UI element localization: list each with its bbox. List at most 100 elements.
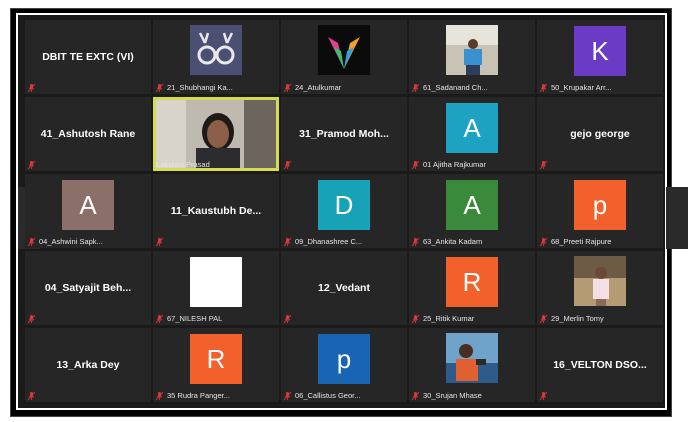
participant-tile[interactable]: 61_Sadanand Ch... <box>409 20 535 94</box>
participant-tile[interactable]: 12_Vedant <box>281 251 407 325</box>
participant-label <box>28 161 39 169</box>
person-outdoor-image <box>446 25 498 75</box>
muted-mic-icon <box>540 161 547 169</box>
participant-label: 06_Callistus Geor... <box>284 391 360 400</box>
participant-label-text: 04_Ashwini Sapk... <box>39 237 103 246</box>
participant-tile[interactable]: A 04_Ashwini Sapk... <box>25 174 151 248</box>
participant-label-text: 09_Dhanashree C... <box>295 237 363 246</box>
participant-label: 30_Srujan Mhase <box>412 391 482 400</box>
girl-photo-image <box>574 256 626 306</box>
muted-mic-icon <box>284 161 291 169</box>
participant-tile[interactable]: 16_VELTON DSO... <box>537 328 663 402</box>
participant-tile[interactable]: 04_Satyajit Beh... <box>25 251 151 325</box>
participant-label: 25_Ritik Kumar <box>412 314 474 323</box>
participant-name: 12_Vedant <box>318 282 370 294</box>
participant-label: 63_Ankita Kadam <box>412 237 482 246</box>
participant-label: 67_NILESH PAL <box>156 314 222 323</box>
muted-mic-icon <box>540 83 547 92</box>
participant-label <box>540 161 551 169</box>
blank-avatar <box>190 257 242 307</box>
participant-tile[interactable]: R 35 Rudra Panger... <box>153 328 279 402</box>
avatar-initial: R <box>446 257 498 307</box>
participant-tile[interactable]: gejo george <box>537 97 663 171</box>
participant-tile[interactable]: 67_NILESH PAL <box>153 251 279 325</box>
participant-label: 01 Ajitha Rajkumar <box>412 160 486 169</box>
participant-label: 35 Rudra Panger... <box>156 391 230 400</box>
participant-name: 16_VELTON DSO... <box>553 359 647 371</box>
muted-mic-icon <box>412 237 419 246</box>
participant-tile[interactable]: p 68_Preeti Rajpure <box>537 174 663 248</box>
participant-label-text: 29_Merlin Tomy <box>551 314 604 323</box>
participant-label-text: 25_Ritik Kumar <box>423 314 475 323</box>
deer-logo-image <box>190 25 242 75</box>
participant-label: 24_Atulkumar <box>284 83 341 92</box>
participant-label <box>284 315 295 323</box>
participant-label: 50_Krupakar Arr... <box>540 83 611 92</box>
participant-tile[interactable]: 31_Pramod Moh... <box>281 97 407 171</box>
participant-tile[interactable]: 24_Atulkumar <box>281 20 407 94</box>
muted-mic-icon <box>156 391 163 400</box>
participant-name: DBIT TE EXTC (VI) <box>42 51 134 63</box>
muted-mic-icon <box>28 161 35 169</box>
avatar-initial: R <box>190 334 242 384</box>
participant-name: 31_Pramod Moh... <box>299 128 389 140</box>
participant-label-text: 01 Ajitha Rajkumar <box>423 160 486 169</box>
participant-tile[interactable]: 21_Shubhangi Ka... <box>153 20 279 94</box>
muted-mic-icon <box>284 391 291 400</box>
participant-label-text: 61_Sadanand Ch... <box>423 83 488 92</box>
participant-tile[interactable]: 11_Kaustubh De... <box>153 174 279 248</box>
muted-mic-icon <box>412 160 419 169</box>
participant-label-text: 68_Preeti Rajpure <box>551 237 612 246</box>
participant-label-text: 24_Atulkumar <box>295 83 342 92</box>
participant-label <box>28 392 39 400</box>
muted-mic-icon <box>28 392 35 400</box>
participant-label-text: Lakshmi Prasad <box>156 160 210 169</box>
muted-mic-icon <box>412 391 419 400</box>
participant-label-text: 21_Shubhangi Ka... <box>167 83 233 92</box>
participant-label-text: 30_Srujan Mhase <box>423 391 482 400</box>
participant-name: 41_Ashutosh Rane <box>40 128 136 140</box>
muted-mic-icon <box>412 83 419 92</box>
muted-mic-icon <box>540 237 547 246</box>
participant-name: 11_Kaustubh De... <box>170 205 262 217</box>
participant-tile[interactable]: p 06_Callistus Geor... <box>281 328 407 402</box>
muted-mic-icon <box>28 237 35 246</box>
man-outdoor-image <box>446 333 498 383</box>
participant-tile[interactable]: A 01 Ajitha Rajkumar <box>409 97 535 171</box>
avatar-initial: A <box>446 180 498 230</box>
participant-tile[interactable]: R 25_Ritik Kumar <box>409 251 535 325</box>
participant-tile[interactable]: 41_Ashutosh Rane <box>25 97 151 171</box>
muted-mic-icon <box>28 315 35 323</box>
participant-label: 29_Merlin Tomy <box>540 314 604 323</box>
muted-mic-icon <box>284 83 291 92</box>
participant-label: 61_Sadanand Ch... <box>412 83 488 92</box>
participant-label-text: 06_Callistus Geor... <box>295 391 361 400</box>
participant-tile[interactable]: 30_Srujan Mhase <box>409 328 535 402</box>
participant-tile[interactable]: A 63_Ankita Kadam <box>409 174 535 248</box>
muted-mic-icon <box>284 315 291 323</box>
muted-mic-icon <box>156 238 163 246</box>
participant-label: Lakshmi Prasad <box>156 160 210 169</box>
participant-tile[interactable]: Lakshmi Prasad <box>153 97 279 171</box>
participant-tile[interactable]: 13_Arka Dey <box>25 328 151 402</box>
muted-mic-icon <box>540 314 547 323</box>
live-video-feed <box>156 100 276 168</box>
participant-tile[interactable]: DBIT TE EXTC (VI) <box>25 20 151 94</box>
next-page-tab[interactable] <box>666 187 688 249</box>
participant-tile[interactable]: D 09_Dhanashree C... <box>281 174 407 248</box>
participant-label <box>540 392 551 400</box>
muted-mic-icon <box>412 314 419 323</box>
participant-name: 13_Arka Dey <box>56 359 120 371</box>
muted-mic-icon <box>156 83 163 92</box>
avatar-initial: K <box>574 26 626 76</box>
colorful-wings-image <box>318 25 370 75</box>
participant-tile[interactable]: 29_Merlin Tomy <box>537 251 663 325</box>
muted-mic-icon <box>156 314 163 323</box>
muted-mic-icon <box>540 392 547 400</box>
participant-tile[interactable]: K 50_Krupakar Arr... <box>537 20 663 94</box>
participant-label-text: 67_NILESH PAL <box>167 314 223 323</box>
muted-mic-icon <box>28 84 35 92</box>
avatar-initial: p <box>574 180 626 230</box>
participant-label <box>156 238 167 246</box>
participant-label-text: 63_Ankita Kadam <box>423 237 483 246</box>
